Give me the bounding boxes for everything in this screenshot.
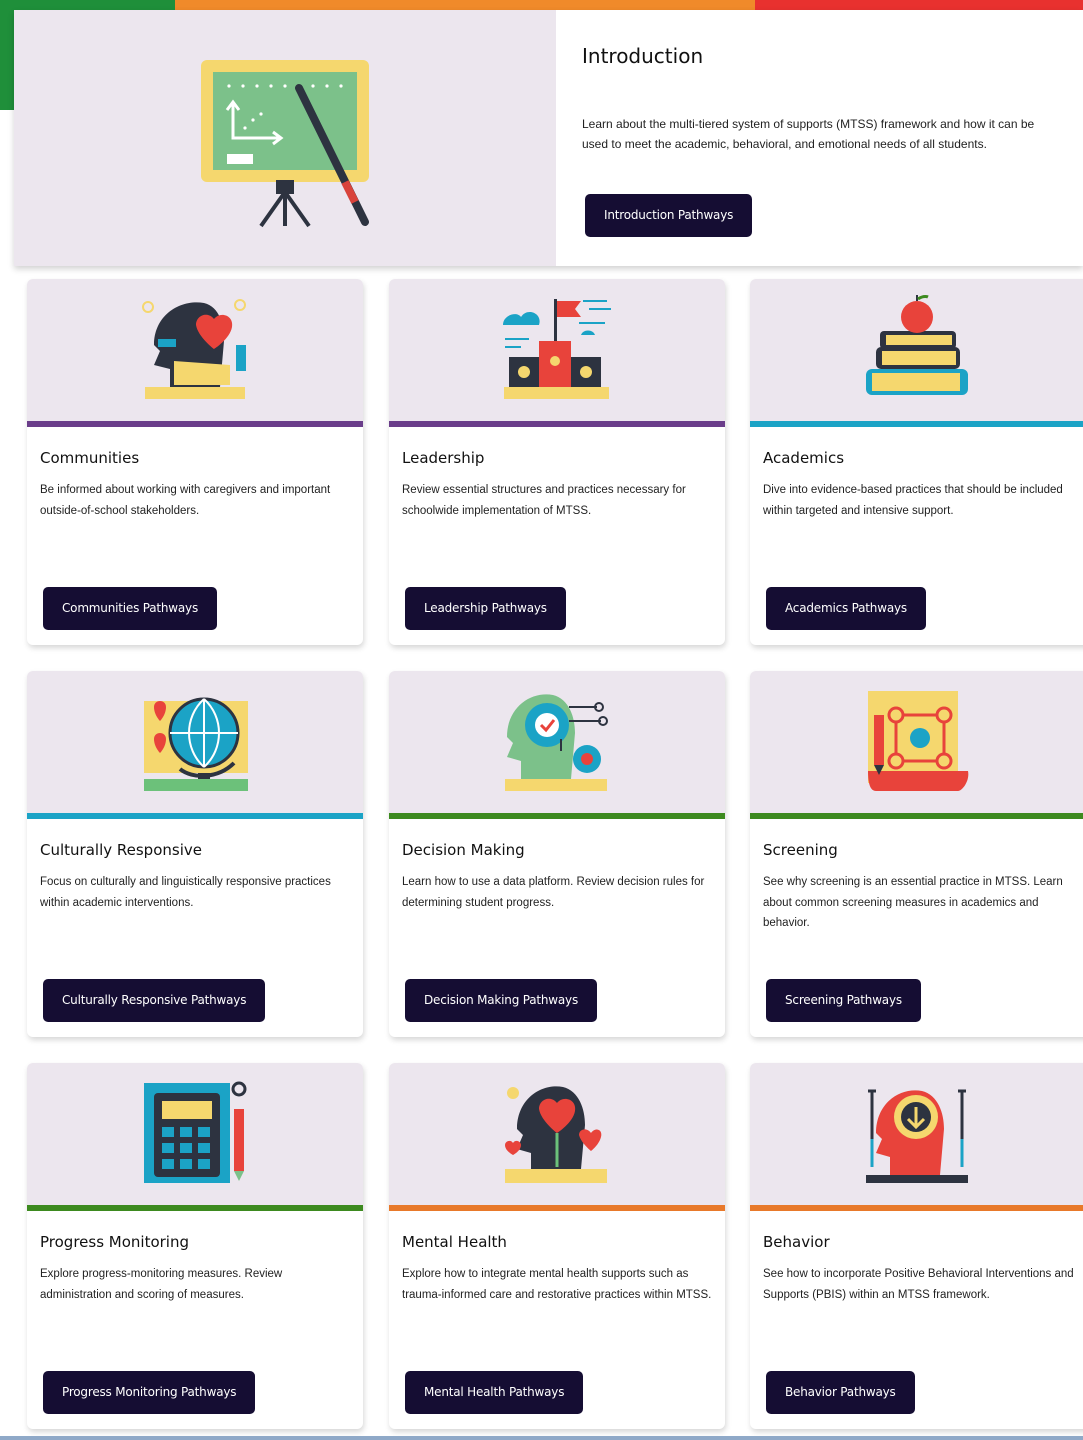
- introduction-banner: Introduction Learn about the multi-tiere…: [14, 10, 1083, 266]
- decision-making-pathways-button[interactable]: Decision Making Pathways: [405, 979, 598, 1022]
- calculator-icon: [144, 1081, 247, 1183]
- card-stripe: [389, 421, 725, 427]
- head-gears-icon: [505, 694, 608, 791]
- introduction-pathways-button[interactable]: Introduction Pathways: [585, 194, 753, 237]
- podium-flag-icon: [503, 299, 611, 399]
- communities-pathways-button[interactable]: Communities Pathways: [43, 587, 218, 630]
- card-culturally-responsive: Culturally Responsive Focus on culturall…: [27, 671, 363, 1037]
- card-title: Behavior: [763, 1233, 830, 1251]
- card-image: [389, 671, 725, 813]
- card-description: Be informed about working with caregiver…: [40, 484, 331, 517]
- head-heart-icon: [142, 299, 246, 399]
- card-stripe: [389, 1205, 725, 1211]
- introduction-title: Introduction: [582, 44, 704, 68]
- academics-pathways-button[interactable]: Academics Pathways: [766, 587, 926, 630]
- card-description: Dive into evidence-based practices that …: [763, 484, 1063, 517]
- card-image: [27, 671, 363, 813]
- mental-health-pathways-button[interactable]: Mental Health Pathways: [405, 1371, 584, 1414]
- head-download-icon: [866, 1089, 968, 1183]
- card-title: Progress Monitoring: [40, 1233, 189, 1251]
- card-title: Screening: [763, 841, 838, 859]
- card-title: Leadership: [402, 449, 485, 467]
- leadership-pathways-button[interactable]: Leadership Pathways: [405, 587, 566, 630]
- card-decision-making: Decision Making Learn how to use a data …: [389, 671, 725, 1037]
- card-description: Explore how to integrate mental health s…: [402, 1268, 712, 1301]
- card-stripe: [750, 421, 1083, 427]
- card-description: See how to incorporate Positive Behavior…: [763, 1268, 1074, 1301]
- bottom-border: [0, 1436, 1083, 1440]
- card-title: Communities: [40, 449, 140, 467]
- card-description: Review essential structures and practice…: [402, 484, 686, 517]
- card-image: [750, 671, 1083, 813]
- behavior-pathways-button[interactable]: Behavior Pathways: [766, 1371, 915, 1414]
- card-description: Explore progress-monitoring measures. Re…: [40, 1268, 283, 1301]
- card-image: [27, 279, 363, 421]
- card-communities: Communities Be informed about working wi…: [27, 279, 363, 645]
- card-title: Mental Health: [402, 1233, 507, 1251]
- card-image: [750, 279, 1083, 421]
- card-image: [389, 279, 725, 421]
- card-stripe: [750, 1205, 1083, 1211]
- progress-monitoring-pathways-button[interactable]: Progress Monitoring Pathways: [43, 1371, 256, 1414]
- chalkboard-icon: [201, 60, 369, 228]
- left-accent-tab: [0, 0, 14, 110]
- card-behavior: Behavior See how to incorporate Positive…: [750, 1063, 1083, 1429]
- card-stripe: [389, 813, 725, 819]
- culturally-responsive-pathways-button[interactable]: Culturally Responsive Pathways: [43, 979, 266, 1022]
- books-apple-icon: [866, 295, 968, 395]
- card-stripe: [750, 813, 1083, 819]
- card-image: [27, 1063, 363, 1205]
- introduction-image: [14, 10, 556, 266]
- globe-icon: [144, 697, 248, 791]
- card-image: [389, 1063, 725, 1205]
- card-title: Decision Making: [402, 841, 525, 859]
- card-title: Academics: [763, 449, 845, 467]
- card-stripe: [27, 421, 363, 427]
- card-leadership: Leadership Review essential structures a…: [389, 279, 725, 645]
- card-description: Focus on culturally and linguistically r…: [40, 876, 331, 909]
- card-stripe: [27, 1205, 363, 1211]
- blueprint-icon: [868, 691, 969, 791]
- card-image: [750, 1063, 1083, 1205]
- card-mental-health: Mental Health Explore how to integrate m…: [389, 1063, 725, 1429]
- card-description: Learn how to use a data platform. Review…: [402, 876, 705, 909]
- card-screening: Screening See why screening is an essent…: [750, 671, 1083, 1037]
- top-color-bar: [0, 0, 1083, 10]
- card-description: See why screening is an essential practi…: [763, 876, 1063, 929]
- card-title: Culturally Responsive: [40, 841, 202, 859]
- card-academics: Academics Dive into evidence-based pract…: [750, 279, 1083, 645]
- introduction-description: Learn about the multi-tiered system of s…: [582, 117, 1035, 151]
- card-progress-monitoring: Progress Monitoring Explore progress-mon…: [27, 1063, 363, 1429]
- card-stripe: [27, 813, 363, 819]
- head-hearts-icon: [505, 1086, 607, 1183]
- screening-pathways-button[interactable]: Screening Pathways: [766, 979, 921, 1022]
